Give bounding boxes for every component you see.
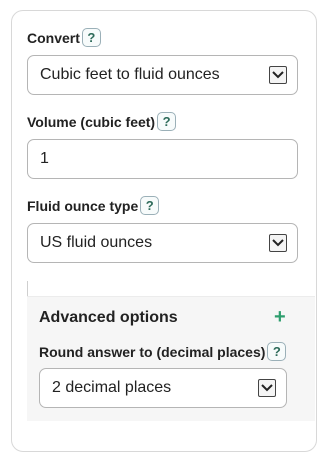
volume-label-row: Volume (cubic feet) ? bbox=[27, 112, 177, 131]
round-select[interactable]: 2 decimal places bbox=[39, 368, 287, 408]
fluid-ounce-type-select[interactable]: US fluid ounces bbox=[27, 223, 298, 263]
divider bbox=[27, 281, 28, 297]
chevron-down-icon bbox=[258, 379, 276, 397]
advanced-options-title[interactable]: Advanced options bbox=[39, 309, 178, 327]
round-help-button[interactable]: ? bbox=[267, 342, 287, 361]
expand-plus-icon[interactable]: + bbox=[274, 306, 286, 329]
fluid-ounce-type-label-row: Fluid ounce type ? bbox=[27, 196, 160, 215]
volume-label: Volume (cubic feet) bbox=[27, 113, 156, 130]
round-select-value: 2 decimal places bbox=[52, 379, 172, 396]
fluid-ounce-type-select-value: US fluid ounces bbox=[40, 234, 153, 251]
round-label: Round answer to (decimal places) bbox=[39, 343, 266, 360]
fluid-ounce-type-help-button[interactable]: ? bbox=[140, 196, 160, 215]
fluid-ounce-type-label: Fluid ounce type bbox=[27, 197, 139, 214]
chevron-down-icon bbox=[269, 234, 287, 252]
convert-label-row: Convert ? bbox=[27, 28, 101, 47]
convert-select-value: Cubic feet to fluid ounces bbox=[40, 66, 220, 83]
volume-input-value: 1 bbox=[40, 150, 49, 167]
volume-help-button[interactable]: ? bbox=[157, 112, 177, 131]
convert-help-button[interactable]: ? bbox=[81, 28, 101, 47]
convert-select[interactable]: Cubic feet to fluid ounces bbox=[27, 55, 298, 95]
chevron-down-icon bbox=[269, 66, 287, 84]
round-label-row: Round answer to (decimal places) ? bbox=[39, 342, 287, 361]
volume-input[interactable]: 1 bbox=[27, 139, 298, 179]
convert-label: Convert bbox=[27, 29, 80, 46]
